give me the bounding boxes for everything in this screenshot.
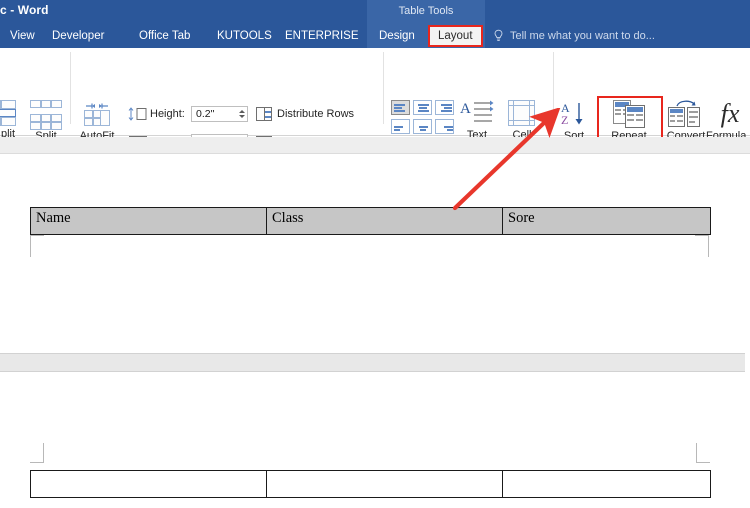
margin-corner-mark-top-right xyxy=(695,235,709,257)
margin-corner-mark-page2-right xyxy=(696,443,710,463)
group-separator-2 xyxy=(383,52,384,124)
ribbon-tab-strip: View Developer Office Tab KUTOOLS ENTERP… xyxy=(0,24,750,48)
tell-me-search[interactable]: Tell me what you want to do... xyxy=(510,24,655,48)
tab-enterprise[interactable]: ENTERPRISE xyxy=(281,24,363,48)
table-row[interactable] xyxy=(31,471,711,498)
align-center-left-button[interactable] xyxy=(391,119,410,134)
align-top-left-button[interactable] xyxy=(391,100,410,115)
tab-layout[interactable]: Layout xyxy=(428,25,483,47)
table-tools-label: Table Tools xyxy=(367,5,485,17)
autofit-icon xyxy=(84,102,110,126)
title-bar: Table Tools c - Word xyxy=(0,0,750,24)
word-application-window: Table Tools c - Word View Developer Offi… xyxy=(0,0,750,508)
row-height-icon xyxy=(128,107,148,121)
tab-office-tab[interactable]: Office Tab xyxy=(135,24,194,48)
page-break-gap xyxy=(0,353,750,372)
convert-to-text-icon xyxy=(668,101,700,127)
lightbulb-icon xyxy=(492,29,505,43)
table-cell-empty-2[interactable] xyxy=(267,471,503,498)
margin-corner-mark-page2-left xyxy=(30,443,44,463)
tab-view[interactable]: View xyxy=(6,24,39,48)
formula-fx-icon: fx xyxy=(714,100,746,128)
table-cell-name[interactable]: Name xyxy=(31,208,267,235)
document-table-header-row[interactable]: Name Class Sore xyxy=(30,207,711,235)
tab-kutools[interactable]: KUTOOLS xyxy=(213,24,276,48)
table-cell-empty-3[interactable] xyxy=(503,471,711,498)
split-table-icon xyxy=(30,100,62,126)
margin-corner-mark-top-left xyxy=(30,235,44,257)
window-title: c - Word xyxy=(0,3,49,17)
document-table-empty-row[interactable] xyxy=(30,470,711,498)
annotation-arrow-icon xyxy=(430,108,570,213)
distribute-rows-icon xyxy=(256,107,272,121)
split-cells-icon xyxy=(0,100,16,126)
tab-developer[interactable]: Developer xyxy=(48,24,108,48)
table-cell-empty-1[interactable] xyxy=(31,471,267,498)
group-separator-1 xyxy=(70,52,71,124)
table-row[interactable]: Name Class Sore xyxy=(31,208,711,235)
ribbon: plit ells Split Table Merge xyxy=(0,48,750,136)
document-canvas[interactable]: Name Class Sore xyxy=(0,137,750,508)
contextual-tab-group-backdrop: Table Tools xyxy=(367,0,485,24)
height-stepper[interactable] xyxy=(236,106,248,122)
tab-design[interactable]: Design xyxy=(375,24,419,48)
ribbon-bottom-strip xyxy=(0,137,750,154)
repeat-header-icon xyxy=(613,100,645,128)
document-page-1 xyxy=(0,155,750,353)
height-field-label: Height: xyxy=(150,108,185,120)
distribute-rows-label[interactable]: Distribute Rows xyxy=(277,108,354,120)
vertical-scrollbar-track[interactable] xyxy=(745,154,750,508)
